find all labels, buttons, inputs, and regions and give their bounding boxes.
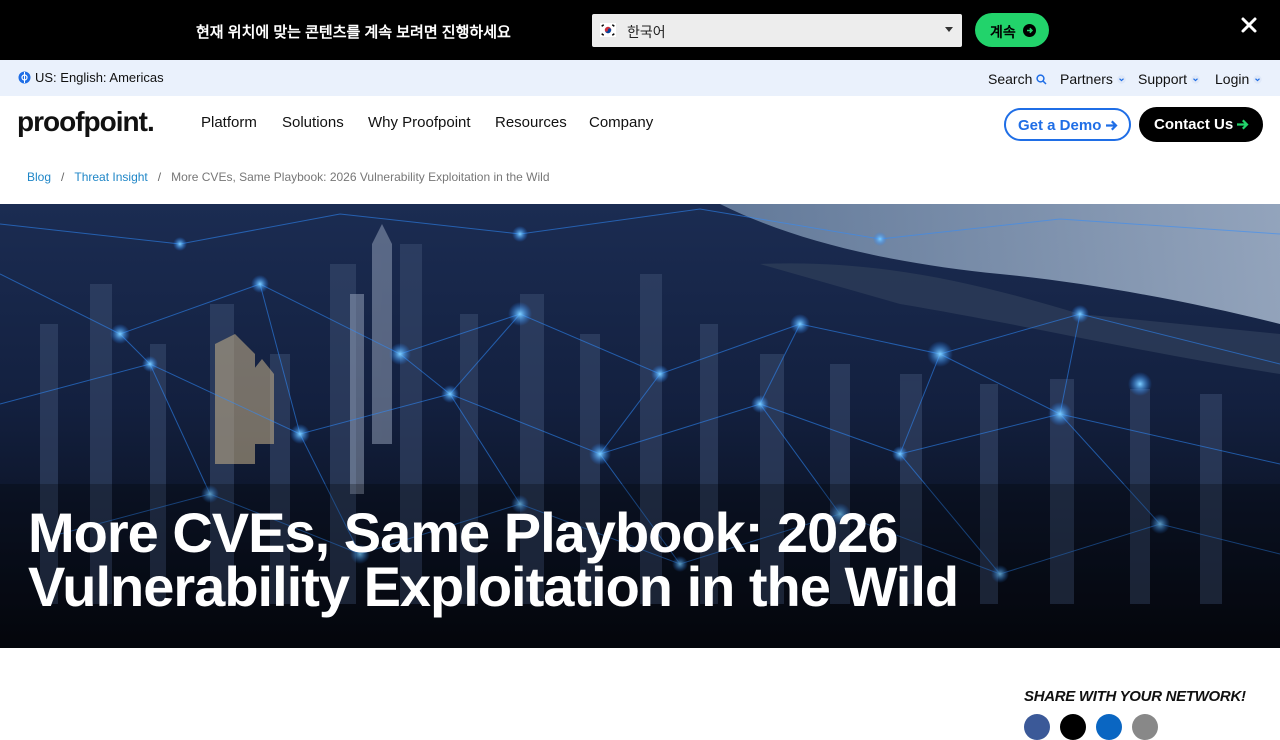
breadcrumb-link-blog[interactable]: Blog — [27, 170, 51, 184]
korea-flag-icon — [600, 23, 616, 37]
chevron-down-icon — [1253, 74, 1262, 84]
language-select-value: 한국어 — [627, 24, 666, 40]
share-icons — [1024, 714, 1168, 740]
main-nav: proofpoint. Platform Solutions Why Proof… — [0, 96, 1280, 152]
arrow-right-icon — [1106, 120, 1118, 131]
nav-item-company[interactable]: Company — [589, 114, 653, 131]
arrow-circle-icon — [1023, 24, 1036, 37]
region-label: US: English: Americas — [35, 70, 164, 85]
geo-banner: 현재 위치에 맞는 콘텐츠를 계속 보려면 진행하세요 한국어 계속 — [0, 0, 1280, 60]
breadcrumb: Blog / Threat Insight / More CVEs, Same … — [27, 170, 550, 184]
chevron-down-icon — [945, 27, 953, 32]
breadcrumb-current: More CVEs, Same Playbook: 2026 Vulnerabi… — [171, 170, 550, 184]
utility-bar: US: English: Americas Search Partners Su… — [0, 60, 1280, 96]
geo-banner-message: 현재 위치에 맞는 콘텐츠를 계속 보려면 진행하세요 — [196, 24, 511, 41]
login-link[interactable]: Login — [1215, 71, 1262, 87]
globe-icon — [18, 71, 31, 84]
continue-button[interactable]: 계속 — [975, 13, 1049, 47]
partners-link[interactable]: Partners — [1060, 71, 1126, 87]
nav-item-platform[interactable]: Platform — [201, 114, 257, 131]
chevron-down-icon — [1191, 74, 1200, 84]
close-icon[interactable] — [1240, 16, 1258, 34]
nav-item-solutions[interactable]: Solutions — [282, 114, 344, 131]
article-title: More CVEs, Same Playbook: 2026 Vulnerabi… — [28, 501, 959, 618]
language-select[interactable]: 한국어 — [592, 14, 962, 47]
search-icon — [1036, 73, 1047, 85]
x-icon[interactable] — [1060, 714, 1086, 740]
arrow-right-icon — [1237, 119, 1249, 130]
email-icon[interactable] — [1132, 714, 1158, 740]
search-link[interactable]: Search — [988, 71, 1047, 87]
proofpoint-logo[interactable]: proofpoint. — [17, 106, 155, 138]
breadcrumb-separator: / — [157, 170, 162, 184]
get-a-demo-button[interactable]: Get a Demo — [1004, 108, 1131, 141]
facebook-icon[interactable] — [1024, 714, 1050, 740]
nav-item-why-proofpoint[interactable]: Why Proofpoint — [368, 114, 471, 131]
region-selector[interactable]: US: English: Americas — [18, 70, 164, 85]
share-heading: SHARE WITH YOUR NETWORK! — [1024, 688, 1246, 705]
nav-item-resources[interactable]: Resources — [495, 114, 567, 131]
contact-us-button[interactable]: Contact Us — [1139, 107, 1263, 142]
linkedin-icon[interactable] — [1096, 714, 1122, 740]
chevron-down-icon — [1117, 74, 1126, 84]
breadcrumb-link-threat-insight[interactable]: Threat Insight — [74, 170, 147, 184]
breadcrumb-separator: / — [61, 170, 65, 184]
hero-banner: More CVEs, Same Playbook: 2026 Vulnerabi… — [0, 204, 1280, 648]
support-link[interactable]: Support — [1138, 71, 1200, 87]
